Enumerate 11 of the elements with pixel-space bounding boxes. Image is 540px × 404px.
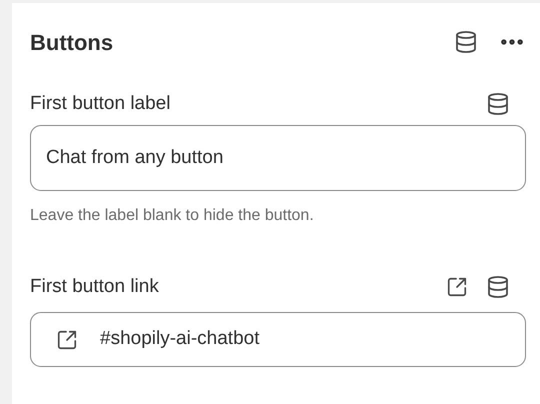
field-label: First button label [30, 92, 170, 116]
external-link-icon [56, 328, 78, 350]
database-icon[interactable] [454, 30, 478, 54]
section-title: Buttons [30, 28, 114, 56]
help-text: Leave the label blank to hide the button. [30, 206, 315, 226]
text-input[interactable]: Chat from any button [30, 125, 526, 191]
external-link-icon[interactable] [446, 276, 468, 298]
database-icon[interactable] [486, 92, 510, 116]
field-label: First button link [30, 274, 159, 299]
text-input[interactable]: #shopily-ai-chatbot [30, 312, 526, 367]
database-icon[interactable] [486, 275, 510, 299]
